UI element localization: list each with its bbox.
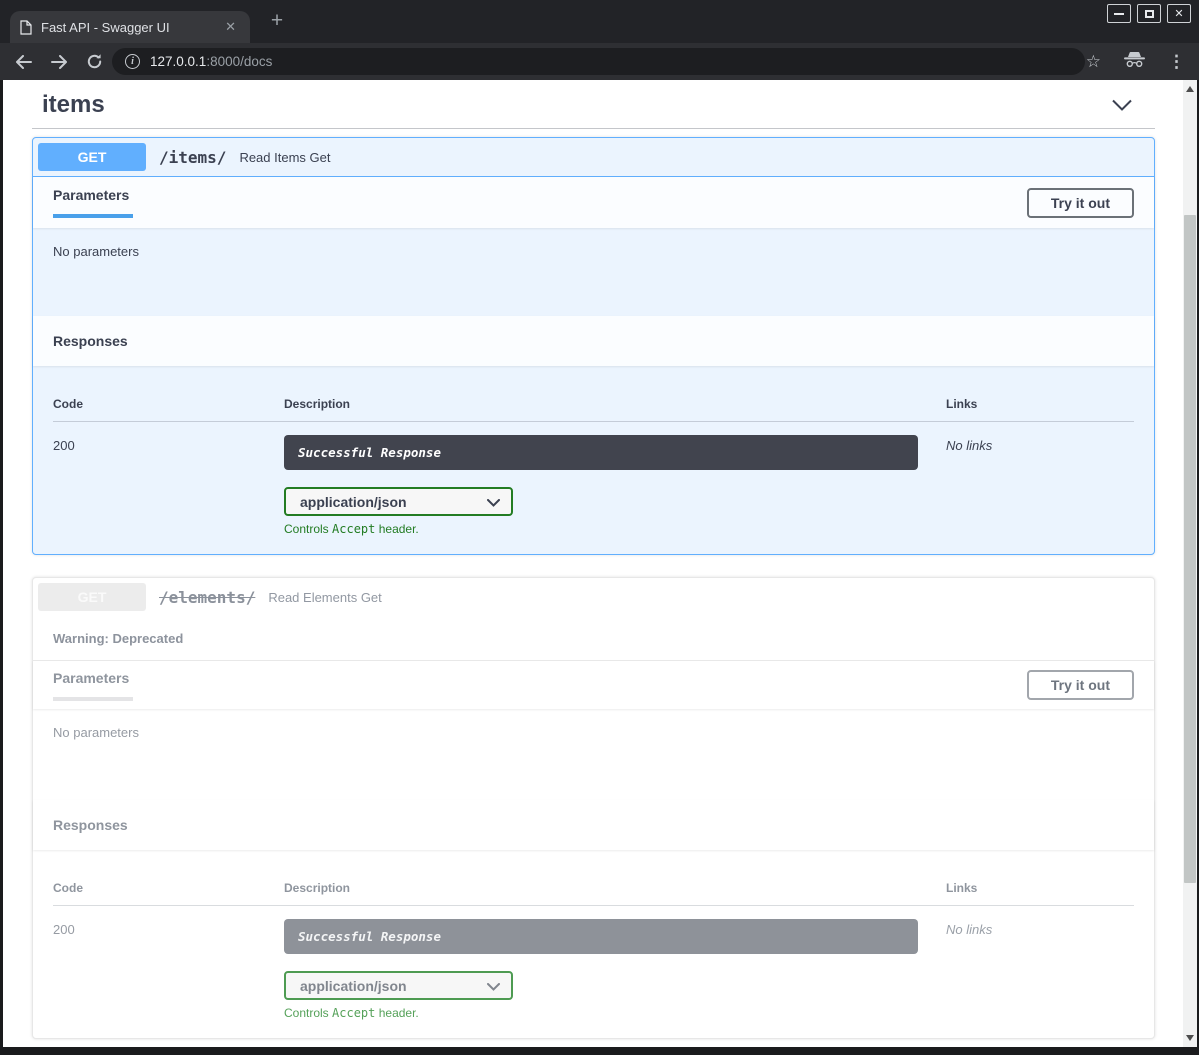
response-links: No links: [946, 435, 1134, 536]
note-after: header.: [375, 522, 418, 536]
endpoint-path: /elements/: [159, 588, 255, 607]
parameters-label: Parameters: [53, 670, 129, 686]
parameters-header: Parameters Try it out: [33, 661, 1154, 709]
responses-header: Responses: [33, 800, 1154, 850]
new-tab-button[interactable]: +: [263, 7, 291, 35]
url-path: :8000/docs: [206, 54, 272, 69]
tab-close-icon[interactable]: ✕: [221, 19, 240, 35]
responses-label: Responses: [53, 817, 128, 833]
endpoint-summary: Read Elements Get: [268, 590, 381, 605]
code-column-header: Code: [53, 397, 284, 411]
description-column-header: Description: [284, 881, 946, 895]
inactive-tab-underline: [53, 697, 133, 701]
site-info-icon[interactable]: i: [125, 54, 140, 69]
media-type-select[interactable]: application/json: [284, 487, 513, 516]
no-parameters-message: No parameters: [33, 228, 1154, 316]
back-icon[interactable]: [12, 50, 36, 74]
document-icon: [20, 20, 32, 35]
page-content: items GET /items/ Read Items Get Paramet…: [3, 80, 1183, 1047]
endpoint-summary: Read Items Get: [239, 150, 330, 165]
reload-icon[interactable]: [82, 50, 106, 74]
response-code: 200: [53, 435, 284, 536]
browser-tab[interactable]: Fast API - Swagger UI ✕: [10, 11, 250, 43]
responses-table-head: Code Description Links: [53, 867, 1134, 906]
tag-section-header[interactable]: items: [32, 92, 1155, 129]
parameters-tab[interactable]: Parameters: [53, 187, 133, 218]
note-before: Controls: [284, 522, 332, 536]
opblock-get-items: GET /items/ Read Items Get Parameters Tr…: [32, 137, 1155, 555]
try-it-out-button[interactable]: Try it out: [1027, 670, 1134, 700]
scroll-up-icon[interactable]: [1186, 86, 1194, 92]
note-after: header.: [375, 1006, 418, 1020]
nav-buttons: [12, 43, 106, 80]
method-badge: GET: [38, 143, 146, 171]
endpoint-path: /items/: [159, 148, 226, 167]
deprecated-warning: Warning: Deprecated: [33, 616, 1154, 661]
controls-accept-note: Controls Accept header.: [284, 522, 946, 536]
opblock-get-elements-deprecated: GET /elements/ Read Elements Get Warning…: [32, 577, 1155, 1039]
address-bar[interactable]: i 127.0.0.1:8000/docs: [112, 48, 1085, 75]
close-button[interactable]: ✕: [1167, 4, 1191, 23]
incognito-icon: [1123, 51, 1146, 73]
media-type-value: application/json: [300, 978, 407, 994]
select-chevron-icon: [487, 978, 500, 994]
collapse-chevron-icon[interactable]: [1111, 99, 1133, 111]
response-links: No links: [946, 919, 1134, 1020]
scroll-down-icon[interactable]: [1186, 1035, 1194, 1041]
tag-title: items: [42, 92, 105, 118]
active-tab-underline: [53, 214, 133, 218]
select-chevron-icon: [487, 494, 500, 510]
tab-strip: Fast API - Swagger UI ✕ + ✕: [0, 0, 1199, 43]
scrollbar-thumb[interactable]: [1184, 215, 1196, 883]
opblock-summary[interactable]: GET /elements/ Read Elements Get: [33, 578, 1154, 616]
bookmark-star-icon[interactable]: ☆: [1086, 52, 1101, 72]
description-column-header: Description: [284, 397, 946, 411]
swagger-ui: items GET /items/ Read Items Get Paramet…: [3, 80, 1183, 1039]
url-text[interactable]: 127.0.0.1:8000/docs: [150, 54, 272, 69]
response-description: Successful Response: [284, 919, 918, 954]
links-column-header: Links: [946, 881, 1134, 895]
note-code: Accept: [332, 522, 375, 536]
note-code: Accept: [332, 1006, 375, 1020]
no-parameters-message: No parameters: [33, 709, 1154, 800]
browser-window: Fast API - Swagger UI ✕ + ✕ i 127.0.0.1:…: [0, 0, 1199, 1055]
window-controls: ✕: [1107, 4, 1191, 23]
response-row-200: 200 Successful Response application/json…: [53, 422, 1134, 536]
responses-table: Code Description Links 200 Successful Re…: [33, 366, 1154, 554]
url-host: 127.0.0.1: [150, 54, 206, 69]
media-type-value: application/json: [300, 494, 407, 510]
page-scrollbar[interactable]: [1183, 80, 1197, 1047]
tab-title: Fast API - Swagger UI: [41, 20, 221, 35]
note-before: Controls: [284, 1006, 332, 1020]
response-description-cell: Successful Response application/json Con…: [284, 435, 946, 536]
maximize-button[interactable]: [1137, 4, 1161, 23]
code-column-header: Code: [53, 881, 284, 895]
responses-label: Responses: [53, 333, 128, 349]
browser-menu-icon[interactable]: ⋮: [1168, 52, 1185, 72]
response-code: 200: [53, 919, 284, 1020]
responses-header: Responses: [33, 316, 1154, 366]
minimize-button[interactable]: [1107, 4, 1131, 23]
method-badge: GET: [38, 583, 146, 611]
links-column-header: Links: [946, 397, 1134, 411]
parameters-tab[interactable]: Parameters: [53, 670, 133, 701]
parameters-label: Parameters: [53, 187, 129, 203]
maximize-icon: [1145, 10, 1154, 18]
responses-table-head: Code Description Links: [53, 383, 1134, 422]
response-description: Successful Response: [284, 435, 918, 470]
parameters-header: Parameters Try it out: [33, 177, 1154, 228]
responses-table: Code Description Links 200 Successful Re…: [33, 850, 1154, 1038]
toolbar-right: ☆ ⋮: [1086, 43, 1185, 80]
try-it-out-button[interactable]: Try it out: [1027, 188, 1134, 218]
response-row-200: 200 Successful Response application/json…: [53, 906, 1134, 1020]
opblock-summary[interactable]: GET /items/ Read Items Get: [33, 138, 1154, 177]
response-description-cell: Successful Response application/json Con…: [284, 919, 946, 1020]
minimize-icon: [1114, 13, 1124, 15]
browser-toolbar: i 127.0.0.1:8000/docs ☆ ⋮: [0, 43, 1199, 80]
controls-accept-note: Controls Accept header.: [284, 1006, 946, 1020]
media-type-select[interactable]: application/json: [284, 971, 513, 1000]
forward-icon[interactable]: [47, 50, 71, 74]
